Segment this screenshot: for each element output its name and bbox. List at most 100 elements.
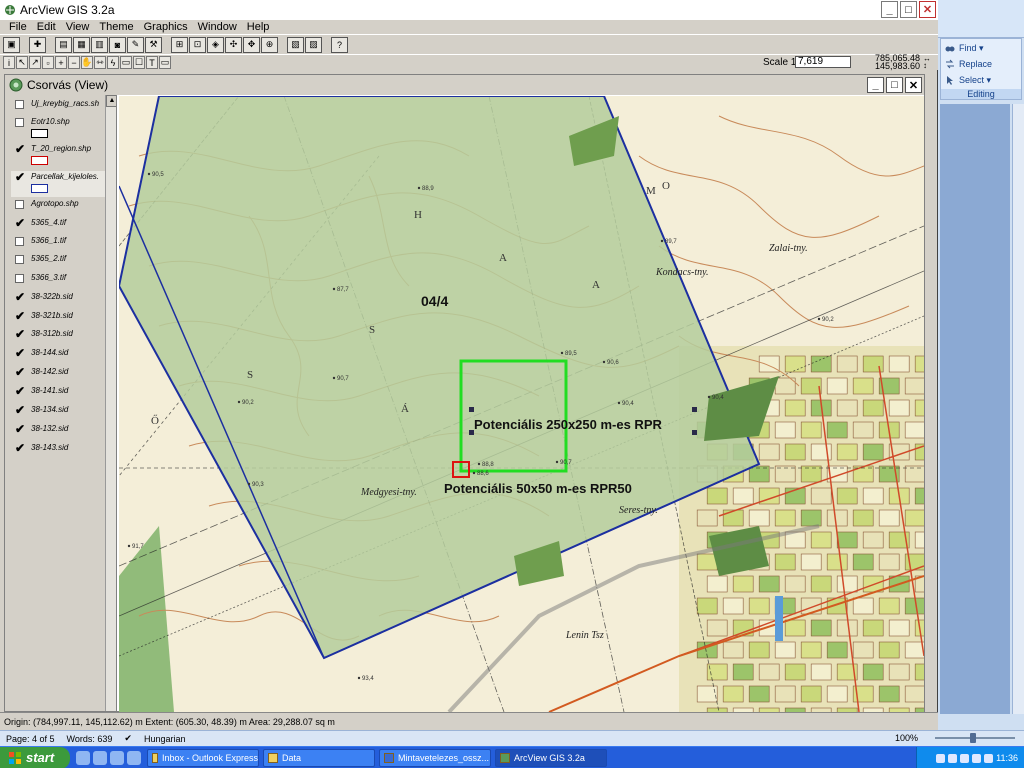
theme-visibility-checkbox[interactable]: ✔ xyxy=(15,404,25,416)
toc-theme-item[interactable]: ✔ 38-321b.sid xyxy=(11,310,107,328)
theme-visibility-checkbox[interactable]: ✔ xyxy=(15,347,25,359)
view-minimize-button[interactable]: _ xyxy=(867,77,884,93)
zoom-out-tool-icon[interactable]: − xyxy=(68,56,80,69)
close-button[interactable]: ✕ xyxy=(919,1,936,18)
open-table-icon[interactable]: ▥ xyxy=(91,36,108,53)
draw-icon[interactable]: ▭ xyxy=(159,56,171,69)
theme-visibility-checkbox[interactable] xyxy=(15,274,24,283)
replace-button[interactable]: Replace xyxy=(959,59,992,69)
scroll-up-icon[interactable]: ▲ xyxy=(106,95,116,107)
theme-visibility-checkbox[interactable]: ✔ xyxy=(15,217,25,229)
add-theme-icon[interactable]: ✚ xyxy=(29,36,46,53)
select-button[interactable]: Select ▾ xyxy=(959,75,991,86)
language-indicator[interactable]: Hungarian xyxy=(138,734,192,744)
theme-visibility-checkbox[interactable]: ✔ xyxy=(15,328,25,340)
theme-visibility-checkbox[interactable] xyxy=(15,255,24,264)
menu-window[interactable]: Window xyxy=(193,21,242,33)
edit-legend-icon[interactable]: ▦ xyxy=(73,36,90,53)
desktop-icon[interactable] xyxy=(110,750,124,765)
task-data-folder[interactable]: Data xyxy=(263,748,375,767)
toc-theme-item[interactable]: Uj_kreybig_racs.sh xyxy=(11,98,107,116)
theme-visibility-checkbox[interactable] xyxy=(15,200,24,209)
toc-scrollbar[interactable]: ▲ xyxy=(105,95,116,711)
theme-visibility-checkbox[interactable]: ✔ xyxy=(15,310,25,322)
zoom-slider-thumb[interactable] xyxy=(970,733,976,743)
menu-help[interactable]: Help xyxy=(242,21,275,33)
tray-icon-4[interactable] xyxy=(972,753,982,763)
tray-icon-1[interactable] xyxy=(936,753,946,763)
theme-visibility-checkbox[interactable]: ✔ xyxy=(15,385,25,397)
menu-file[interactable]: File xyxy=(4,21,32,33)
zoom-to-selected-icon[interactable]: ◈ xyxy=(207,36,224,53)
word-scrollbar[interactable] xyxy=(1012,104,1024,714)
view-close-button[interactable]: ✕ xyxy=(905,77,922,93)
toc-theme-item[interactable]: ✔ 38-142.sid xyxy=(11,366,107,384)
toc-theme-item[interactable]: Agrotopo.shp xyxy=(11,198,107,216)
toc-theme-item[interactable]: 5366_1.tif xyxy=(11,235,107,253)
hotlink-icon[interactable]: ϟ xyxy=(107,56,119,69)
find-button[interactable]: Find ▾ xyxy=(959,43,984,54)
area-of-interest-icon[interactable]: ▭ xyxy=(120,56,132,69)
theme-visibility-checkbox[interactable] xyxy=(15,118,24,127)
menu-graphics[interactable]: Graphics xyxy=(139,21,193,33)
measure-icon[interactable]: ⇿ xyxy=(94,56,106,69)
tray-icon-2[interactable] xyxy=(948,753,958,763)
select-feature-icon[interactable]: ▫ xyxy=(42,56,54,69)
identify-icon[interactable]: i xyxy=(3,56,15,69)
spellcheck-icon[interactable]: ✔ xyxy=(118,733,138,744)
zoom-full-extent-icon[interactable]: ⊞ xyxy=(171,36,188,53)
toc-theme-item[interactable]: ✔ Parcellak_kijeloles. xyxy=(11,171,107,197)
pan-icon[interactable]: ✋ xyxy=(81,56,93,69)
theme-properties-icon[interactable]: ▤ xyxy=(55,36,72,53)
select-by-theme-icon[interactable]: ▧ xyxy=(287,36,304,53)
menu-view[interactable]: View xyxy=(61,21,95,33)
task-outlook[interactable]: Inbox - Outlook Express xyxy=(147,748,259,767)
zoom-in-tool-icon[interactable]: + xyxy=(55,56,67,69)
minimize-button[interactable]: _ xyxy=(881,1,898,18)
theme-visibility-checkbox[interactable] xyxy=(15,237,24,246)
clear-selection-icon[interactable]: ▨ xyxy=(305,36,322,53)
task-word-document[interactable]: Mintavetelezes_ossz... xyxy=(379,748,491,767)
toc-theme-item[interactable]: ✔ 38-322b.sid xyxy=(11,291,107,309)
zoom-level[interactable]: 100% xyxy=(895,733,918,743)
media-icon[interactable] xyxy=(127,750,141,765)
page-indicator[interactable]: Page: 4 of 5 xyxy=(0,734,61,744)
menu-edit[interactable]: Edit xyxy=(32,21,61,33)
scale-input[interactable]: 7,619 xyxy=(795,56,851,68)
toc-theme-item[interactable]: Eotr10.shp xyxy=(11,116,107,142)
menu-theme[interactable]: Theme xyxy=(94,21,138,33)
toc-theme-item[interactable]: ✔ 38-134.sid xyxy=(11,404,107,422)
toc-theme-item[interactable]: ✔ 38-143.sid xyxy=(11,442,107,460)
zoom-out-icon[interactable]: ✥ xyxy=(243,36,260,53)
toc-theme-item[interactable]: ✔ T_20_region.shp xyxy=(11,143,107,169)
query-builder-icon[interactable]: ⚒ xyxy=(145,36,162,53)
find-icon[interactable]: ◙ xyxy=(109,36,126,53)
toc-theme-item[interactable]: 5365_2.tif xyxy=(11,253,107,271)
ie-icon[interactable] xyxy=(76,750,90,765)
theme-visibility-checkbox[interactable]: ✔ xyxy=(15,171,25,183)
toc-theme-item[interactable]: ✔ 38-132.sid xyxy=(11,423,107,441)
zoom-previous-icon[interactable]: ⊕ xyxy=(261,36,278,53)
label-icon[interactable]: ☐ xyxy=(133,56,145,69)
view-maximize-button[interactable]: □ xyxy=(886,77,903,93)
pointer-icon[interactable]: ↖ xyxy=(16,56,28,69)
vertex-edit-icon[interactable]: ↗ xyxy=(29,56,41,69)
toc-theme-item[interactable]: ✔ 38-312b.sid xyxy=(11,328,107,346)
map-canvas[interactable]: 90,5 88,9 87,7 90,7 90,2 88,8 90,6 90,4 89,5 90,7… xyxy=(119,96,924,712)
outlook-icon[interactable] xyxy=(93,750,107,765)
maximize-button[interactable]: □ xyxy=(900,1,917,18)
word-count[interactable]: Words: 639 xyxy=(61,734,119,744)
start-button[interactable]: start xyxy=(0,746,70,768)
save-project-icon[interactable]: ▣ xyxy=(3,36,20,53)
help-icon[interactable]: ? xyxy=(331,36,348,53)
toc-theme-item[interactable]: ✔ 38-144.sid xyxy=(11,347,107,365)
theme-visibility-checkbox[interactable]: ✔ xyxy=(15,143,25,155)
zoom-to-themes-icon[interactable]: ⊡ xyxy=(189,36,206,53)
theme-visibility-checkbox[interactable]: ✔ xyxy=(15,442,25,454)
toc-theme-item[interactable]: ✔ 5365_4.tif xyxy=(11,217,107,235)
tray-icon-5[interactable] xyxy=(984,753,994,763)
text-icon[interactable]: T xyxy=(146,56,158,69)
zoom-in-icon[interactable]: ✣ xyxy=(225,36,242,53)
tray-icon-3[interactable] xyxy=(960,753,970,763)
theme-visibility-checkbox[interactable]: ✔ xyxy=(15,366,25,378)
